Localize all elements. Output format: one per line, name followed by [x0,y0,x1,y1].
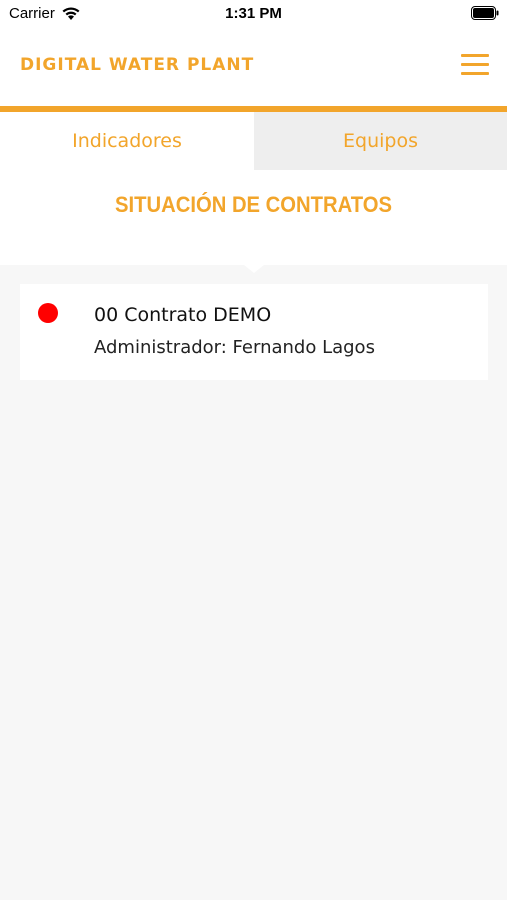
contract-name: 00 Contrato DEMO [94,304,272,326]
app-screen: Carrier 1:31 PM DIGITAL WATER PLANT Indi… [0,0,507,900]
section-title: SITUACIÓN DE CONTRATOS [114,192,393,217]
battery-icon [471,6,499,20]
status-time: 1:31 PM [225,5,282,22]
contract-card[interactable]: 00 Contrato DEMO Administrador: Fernando… [20,284,488,380]
tab-equipos[interactable]: Equipos [254,112,507,170]
status-bar: Carrier 1:31 PM [0,0,507,26]
app-title: DIGITAL WATER PLANT [20,55,255,75]
app-header: DIGITAL WATER PLANT [0,26,507,106]
section-notch [244,265,264,273]
section-header: SITUACIÓN DE CONTRATOS [0,170,507,265]
tab-indicadores[interactable]: Indicadores [0,112,254,170]
tab-bar: Indicadores Equipos [0,112,507,170]
hamburger-menu-icon[interactable] [461,52,489,78]
contract-status-indicator [38,303,58,323]
contract-admin: Administrador: Fernando Lagos [94,337,375,358]
